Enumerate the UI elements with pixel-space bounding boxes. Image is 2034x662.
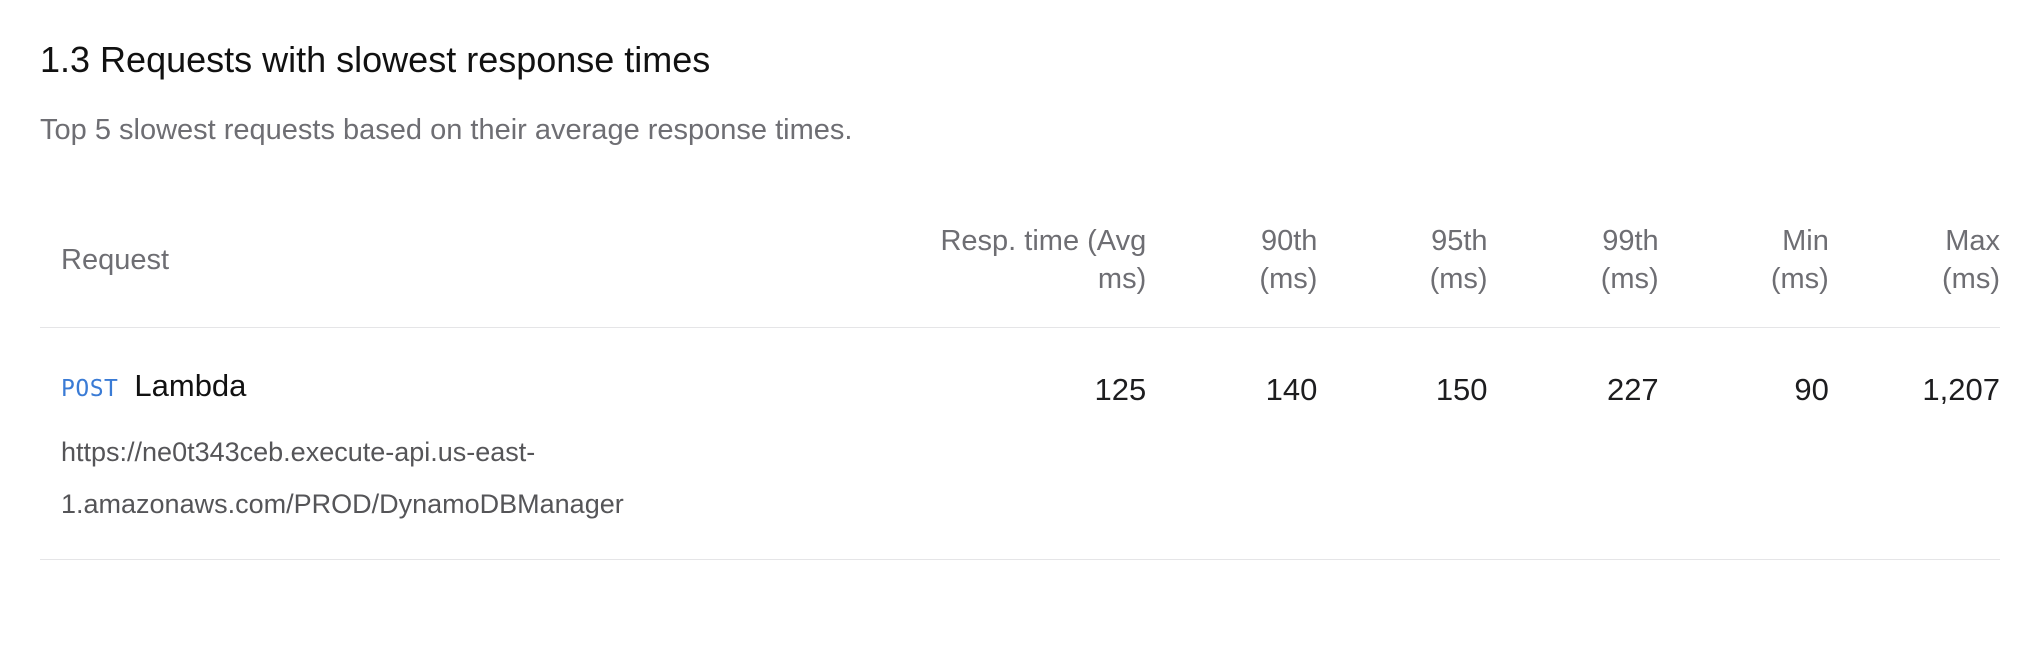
header-min-line2: (ms) bbox=[1770, 263, 1829, 295]
header-p99-line1: 99th bbox=[1602, 225, 1659, 257]
request-method-line: POST Lambda bbox=[61, 368, 842, 412]
slowest-requests-table: Request Resp. time (Avg ms) 90th (ms) 95… bbox=[40, 220, 2000, 560]
header-min-line1: Min bbox=[1782, 225, 1829, 257]
avg-response-time-value: 125 bbox=[1094, 372, 1147, 407]
min-value: 90 bbox=[1794, 372, 1829, 407]
header-p95: 95th (ms) bbox=[1317, 220, 1488, 298]
section-title: 1.3 Requests with slowest response times bbox=[40, 39, 711, 80]
header-p90-line2: (ms) bbox=[1259, 263, 1318, 295]
header-avg-line2: ms) bbox=[1097, 263, 1147, 295]
request-url-line2: 1.amazonaws.com/PROD/DynamoDBManager bbox=[61, 489, 624, 519]
header-p90-line1: 90th bbox=[1260, 225, 1318, 257]
request-name[interactable]: Lambda bbox=[134, 368, 246, 404]
p99-value: 227 bbox=[1606, 372, 1659, 407]
header-avg-line1: Resp. time (Avg bbox=[940, 225, 1147, 257]
request-url: https://ne0t343ceb.execute-api.us-east- … bbox=[61, 426, 821, 530]
header-p95-line2: (ms) bbox=[1429, 263, 1488, 295]
header-p90: 90th (ms) bbox=[1146, 220, 1317, 298]
p90-value: 140 bbox=[1265, 372, 1318, 407]
request-url-line1: https://ne0t343ceb.execute-api.us-east- bbox=[61, 437, 536, 467]
p95-value: 150 bbox=[1435, 372, 1488, 407]
header-p99-line2: (ms) bbox=[1600, 263, 1659, 295]
header-min: Min (ms) bbox=[1659, 220, 1829, 298]
max-value: 1,207 bbox=[1922, 372, 2000, 407]
header-max-line1: Max bbox=[1945, 225, 2000, 257]
http-method-badge: POST bbox=[61, 376, 119, 402]
header-request: Request bbox=[61, 244, 170, 276]
table-row[interactable]: POST Lambda https://ne0t343ceb.execute-a… bbox=[40, 328, 2000, 560]
request-cell: POST Lambda https://ne0t343ceb.execute-a… bbox=[40, 368, 842, 530]
section-description: Top 5 slowest requests based on their av… bbox=[40, 114, 853, 146]
header-p95-line1: 95th bbox=[1431, 225, 1488, 257]
header-avg-response-time: Resp. time (Avg ms) bbox=[842, 220, 1147, 298]
slowest-requests-section: 1.3 Requests with slowest response times… bbox=[0, 0, 2034, 560]
header-max-line2: (ms) bbox=[1942, 263, 2000, 295]
header-p99: 99th (ms) bbox=[1488, 220, 1659, 298]
table-header-row: Request Resp. time (Avg ms) 90th (ms) 95… bbox=[40, 220, 2000, 328]
header-max: Max (ms) bbox=[1829, 220, 2000, 298]
